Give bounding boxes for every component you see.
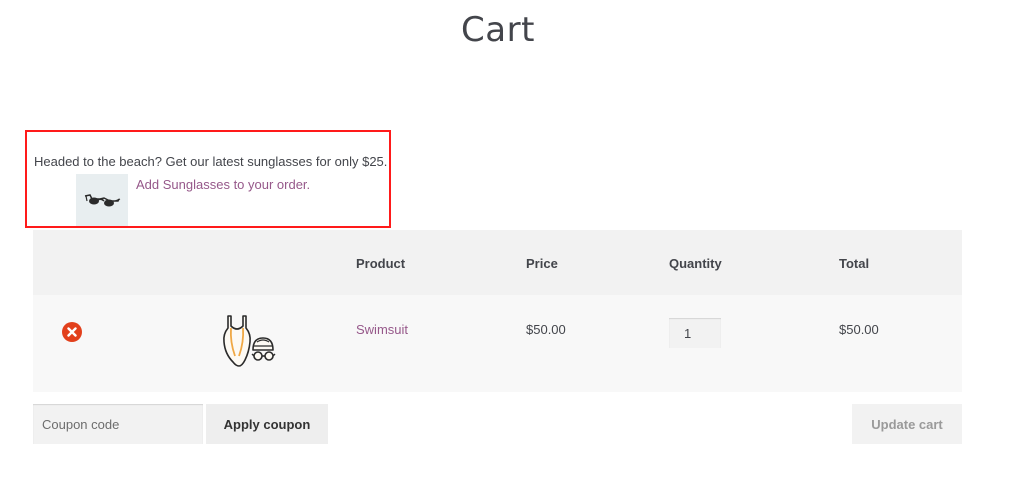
cart-actions: Apply coupon Update cart: [33, 404, 962, 444]
sunglasses-icon: [84, 194, 121, 207]
header-total: Total: [839, 256, 870, 271]
product-thumbnail[interactable]: [219, 312, 279, 372]
update-cart-button[interactable]: Update cart: [852, 404, 962, 444]
quantity-input[interactable]: [669, 318, 721, 348]
remove-item-button[interactable]: [62, 322, 82, 342]
page-title: Cart: [461, 10, 535, 50]
header-quantity: Quantity: [669, 256, 722, 271]
remove-circle-icon: [67, 327, 77, 337]
coupon-code-input[interactable]: [33, 404, 203, 444]
sunglasses-thumbnail[interactable]: [76, 174, 128, 226]
add-sunglasses-link[interactable]: Add Sunglasses to your order.: [136, 177, 310, 192]
swimsuit-icon: [223, 315, 276, 367]
header-product: Product: [356, 256, 406, 271]
table-row: Swimsuit $50.00 $50.00: [33, 295, 962, 392]
header-price: Price: [526, 256, 558, 271]
product-name-link[interactable]: Swimsuit: [356, 322, 408, 337]
product-price: $50.00: [526, 322, 566, 337]
apply-coupon-button[interactable]: Apply coupon: [206, 404, 328, 444]
upsell-message: Headed to the beach? Get our latest sung…: [34, 154, 388, 169]
product-total: $50.00: [839, 322, 879, 337]
table-header: Product Price Quantity Total: [33, 230, 962, 295]
upsell-notice: Headed to the beach? Get our latest sung…: [25, 130, 391, 228]
cart-table: Product Price Quantity Total Swimsuit $5…: [33, 230, 962, 392]
